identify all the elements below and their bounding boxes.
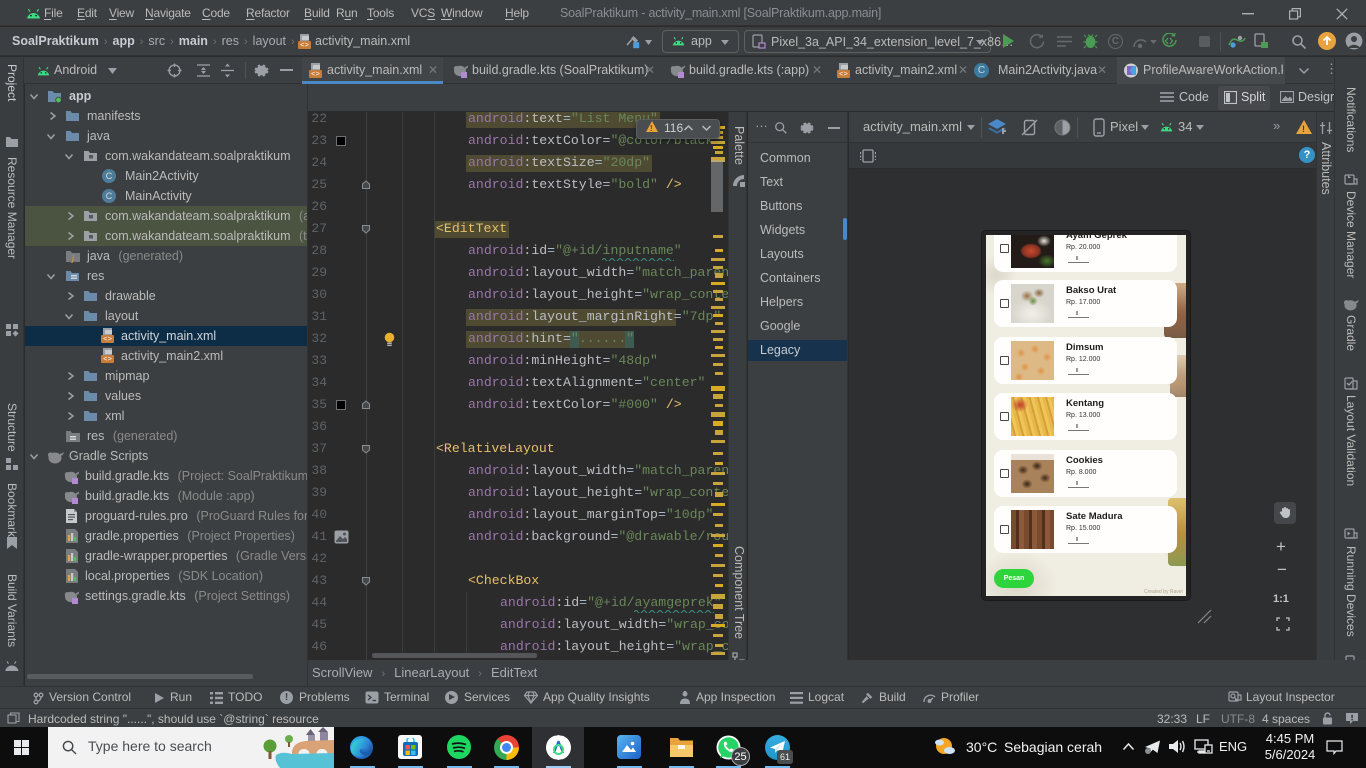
svg-text:<>: <>	[300, 42, 310, 49]
svg-text:<>: <>	[103, 356, 113, 363]
svg-text:<>: <>	[839, 71, 849, 78]
svg-text:<>: <>	[103, 336, 113, 343]
svg-text:<>: <>	[311, 71, 321, 78]
